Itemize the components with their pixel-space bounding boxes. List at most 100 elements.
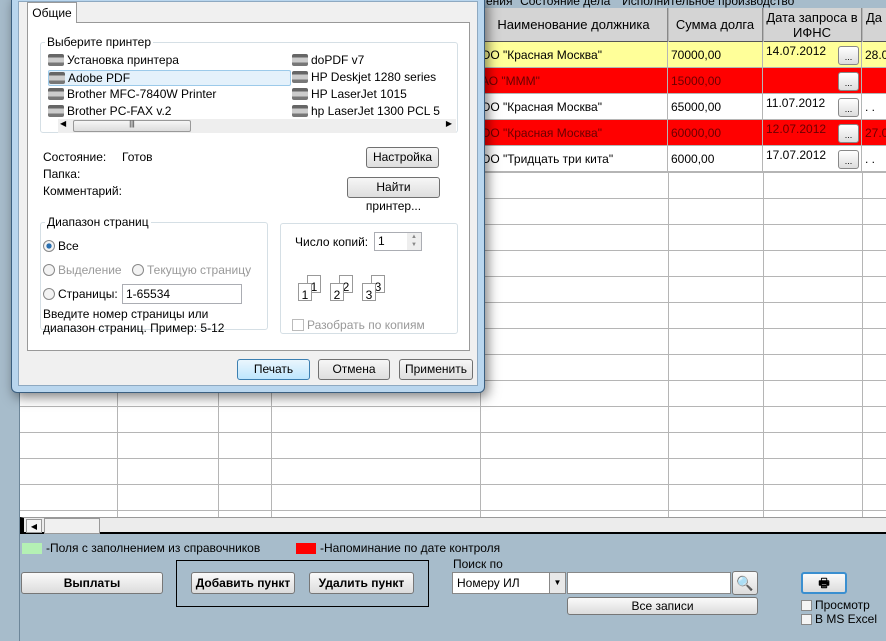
scroll-thumb[interactable]: ||| [73,120,191,132]
grid-row-line [20,510,886,511]
cell-debt-sum[interactable]: 70000,00 [668,42,763,68]
date-picker-button[interactable]: ... [838,98,859,117]
pages-input[interactable]: 1-65534 [122,284,242,304]
printer-item[interactable]: doPDF v7 [292,53,364,67]
radio-all-label: Все [58,239,79,253]
date-picker-button[interactable]: ... [838,46,859,65]
printer-icon [48,88,64,100]
printer-name: HP LaserJet 1015 [311,87,407,101]
cell-debt-sum[interactable]: 60000,00 [668,120,763,146]
red-swatch [296,542,316,554]
date-picker-button[interactable]: ... [838,72,859,91]
header-next-col[interactable]: Да [862,8,886,42]
cell-debt-sum[interactable]: 15000,00 [668,68,763,94]
cell-next[interactable]: 28.0 [862,42,886,68]
printer-item[interactable]: Установка принтера [48,53,179,67]
legend-red: -Напоминание по дате контроля [296,541,500,555]
printer-icon [48,54,64,66]
cell-debtor-name[interactable]: ОО "Красная Москва" [478,120,668,146]
legend-red-label: -Напоминание по дате контроля [320,541,501,555]
copies-input[interactable]: 1 ▲ ▼ [374,232,422,251]
header-ifns-date[interactable]: Дата запроса в ИФНС [763,8,862,42]
search-label: Поиск по [453,557,503,571]
printer-item[interactable]: hp LaserJet 1300 PCL 5 [292,104,440,118]
cell-debtor-name[interactable]: ОО "Тридцать три кита" [478,146,668,172]
scroll-right-icon[interactable]: ▶ [446,119,452,128]
copies-spinner[interactable]: ▲ ▼ [407,233,421,250]
preview-checkbox[interactable]: Просмотр [801,598,870,612]
collate-checkbox[interactable]: Разобрать по копиям [292,318,425,332]
copies-value: 1 [378,234,385,248]
printer-icon [292,88,308,100]
cell-debtor-name[interactable]: ОО "Красная Москва" [478,42,668,68]
cell-next[interactable]: . . [862,94,886,120]
collate-label: Разобрать по копиям [307,318,425,332]
add-item-button[interactable]: Добавить пункт [191,572,295,594]
date-picker-button[interactable]: ... [838,150,859,169]
cell-debtor-name[interactable]: АО "МММ" [478,68,668,94]
printer-name: Brother PC-FAX v.2 [67,104,172,118]
printer-name: Brother MFC-7840W Printer [67,87,217,101]
search-button[interactable]: 🔍 [732,571,758,595]
delete-item-button[interactable]: Удалить пункт [309,572,414,594]
settings-button[interactable]: Настройка [366,147,439,168]
grid-row-line [20,458,886,459]
printer-item[interactable]: HP LaserJet 1015 [292,87,407,101]
comment-label: Комментарий: [43,184,122,198]
chevron-down-icon[interactable]: ▼ [549,573,565,593]
cell-debt-sum[interactable]: 6000,00 [668,146,763,172]
date-picker-button[interactable]: ... [838,124,859,143]
printer-icon [292,105,308,117]
header-debt-sum[interactable]: Сумма долга [668,8,763,42]
page-sheet: 1 [298,283,312,302]
scroll-left-icon[interactable]: ◀ [60,119,66,128]
scroll-thumb[interactable] [44,518,100,534]
tab-general[interactable]: Общие [27,2,77,23]
printer-icon [292,54,308,66]
status-label: Состояние: [43,150,107,164]
printer-name: doPDF v7 [311,53,365,67]
apply-button[interactable]: Применить [399,359,473,380]
copies-label: Число копий: [295,235,369,249]
excel-checkbox[interactable]: В MS Excel [801,612,877,626]
printer-name: Adobe PDF [68,71,131,85]
all-records-button[interactable]: Все записи [567,597,758,615]
grid-row-line [20,406,886,407]
horizontal-scrollbar[interactable]: ◀ [20,517,886,534]
cancel-button[interactable]: Отмена [318,359,390,380]
page-sheet: 3 [362,283,376,302]
pages-hint: Введите номер страницы или диапазон стра… [43,307,225,335]
payments-button[interactable]: Выплаты [21,572,163,594]
cell-debtor-name[interactable]: ОО "Красная Москва" [478,94,668,120]
cell-next[interactable]: . . [862,146,886,172]
search-field-select[interactable]: Номеру ИЛ ▼ [452,572,566,594]
legend-green: -Поля с заполнением из справочников [22,541,260,555]
radio-all[interactable]: Все [43,239,79,253]
preview-label: Просмотр [815,598,870,612]
cell-debt-sum[interactable]: 65000,00 [668,94,763,120]
radio-pages[interactable]: Страницы: [43,287,118,301]
printer-item[interactable]: Adobe PDF [48,70,291,86]
print-dialog-print-button[interactable]: Печать [237,359,310,380]
printer-item[interactable]: Brother MFC-7840W Printer [48,87,216,101]
find-printer-button[interactable]: Найти принтер... [347,177,440,213]
scroll-left-icon[interactable]: ◀ [26,519,42,533]
print-button[interactable]: 🖶 [801,572,847,594]
search-input[interactable] [567,572,731,594]
grid-row-line [20,432,886,433]
cell-next[interactable]: 27.0 [862,120,886,146]
printer-list-scrollbar[interactable]: ◀ ||| ▶ [58,119,456,133]
legend-green-label: -Поля с заполнением из справочников [46,541,261,555]
page-sheet: 2 [330,283,344,302]
printer-item[interactable]: HP Deskjet 1280 series [292,70,436,84]
excel-label: В MS Excel [815,612,878,626]
status-value: Готов [122,150,153,164]
radio-selection[interactable]: Выделение [43,263,122,277]
radio-current-page[interactable]: Текущую страницу [132,263,251,277]
folder-label: Папка: [43,167,81,181]
cell-next[interactable] [862,68,886,94]
header-debtor-name[interactable]: Наименование должника [480,8,668,42]
printer-icon: 🖶 [818,576,830,590]
printer-icon [49,72,65,84]
printer-item[interactable]: Brother PC-FAX v.2 [48,104,171,118]
